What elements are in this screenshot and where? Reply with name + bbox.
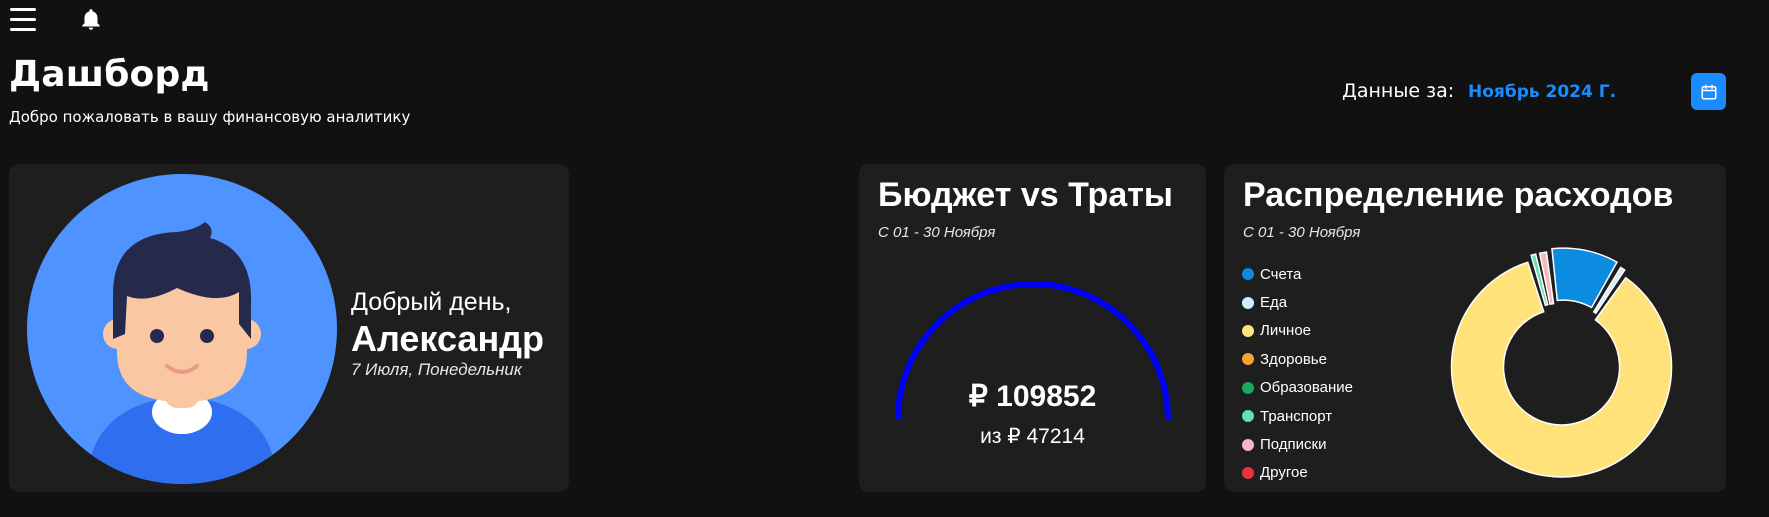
calendar-button[interactable]	[1691, 73, 1726, 110]
legend-item[interactable]: Еда	[1242, 288, 1353, 316]
legend-swatch	[1242, 268, 1254, 281]
legend-label: Подписки	[1260, 436, 1327, 454]
legend-swatch	[1242, 353, 1254, 366]
budget-date-range: С 01 - 30 Ноября	[878, 224, 996, 241]
greeting-text: Добрый день,	[351, 288, 512, 316]
legend-item[interactable]: Личное	[1242, 317, 1353, 345]
legend-item[interactable]: Другое	[1242, 459, 1353, 487]
legend-swatch	[1242, 410, 1254, 423]
expense-distribution-card: Распределение расходов С 01 - 30 Ноября …	[1224, 164, 1726, 492]
budget-card: Бюджет vs Траты С 01 - 30 Ноября ₽ 10985…	[859, 164, 1206, 492]
chart-legend: Счета Еда Личное Здоровье Образование Транспо…	[1242, 260, 1353, 487]
hamburger-icon-line	[10, 28, 36, 31]
legend-item[interactable]: Подписки	[1242, 430, 1353, 458]
legend-item[interactable]: Счета	[1242, 260, 1353, 288]
notifications-button[interactable]	[78, 7, 106, 35]
hamburger-icon-line	[10, 18, 36, 21]
page-subtitle: Добро пожаловать в вашу финансовую анали…	[9, 108, 411, 126]
calendar-icon	[1701, 84, 1716, 99]
menu-button[interactable]	[10, 8, 38, 34]
budget-spent-amount: ₽ 109852	[968, 380, 1097, 413]
budget-card-title: Бюджет vs Траты	[878, 176, 1173, 214]
expense-donut-chart	[1450, 247, 1673, 478]
top-bar	[0, 0, 1769, 44]
current-date: 7 Июля, Понедельник	[351, 360, 522, 379]
legend-swatch	[1242, 466, 1254, 479]
distribution-date-range: С 01 - 30 Ноября	[1243, 224, 1361, 241]
budget-total-amount: из ₽ 47214	[980, 425, 1085, 448]
bell-icon	[82, 9, 100, 30]
legend-swatch	[1242, 381, 1254, 394]
legend-item[interactable]: Транспорт	[1242, 402, 1353, 430]
legend-swatch	[1242, 324, 1254, 337]
donut-slice-Счета[interactable]	[1551, 247, 1619, 309]
legend-label: Счета	[1260, 265, 1302, 283]
period-label: Данные за:	[1342, 80, 1455, 102]
user-name: Александр	[351, 318, 545, 359]
legend-swatch	[1242, 438, 1254, 451]
legend-label: Еда	[1260, 294, 1288, 312]
legend-label: Личное	[1260, 322, 1312, 340]
legend-label: Транспорт	[1260, 407, 1333, 425]
avatar	[27, 174, 337, 484]
distribution-card-title: Распределение расходов	[1243, 176, 1674, 214]
page-title: Дашборд	[9, 54, 210, 95]
legend-label: Другое	[1260, 464, 1308, 482]
legend-item[interactable]: Здоровье	[1242, 345, 1353, 373]
hamburger-icon	[10, 8, 36, 11]
legend-label: Здоровье	[1260, 350, 1327, 368]
period-selector[interactable]: Ноябрь 2024 Г.	[1468, 82, 1616, 102]
user-card: Добрый день, Александр 7 Июля, Понедельн…	[9, 164, 569, 492]
legend-item[interactable]: Образование	[1242, 374, 1353, 402]
legend-label: Образование	[1260, 379, 1353, 397]
legend-swatch	[1242, 296, 1254, 309]
